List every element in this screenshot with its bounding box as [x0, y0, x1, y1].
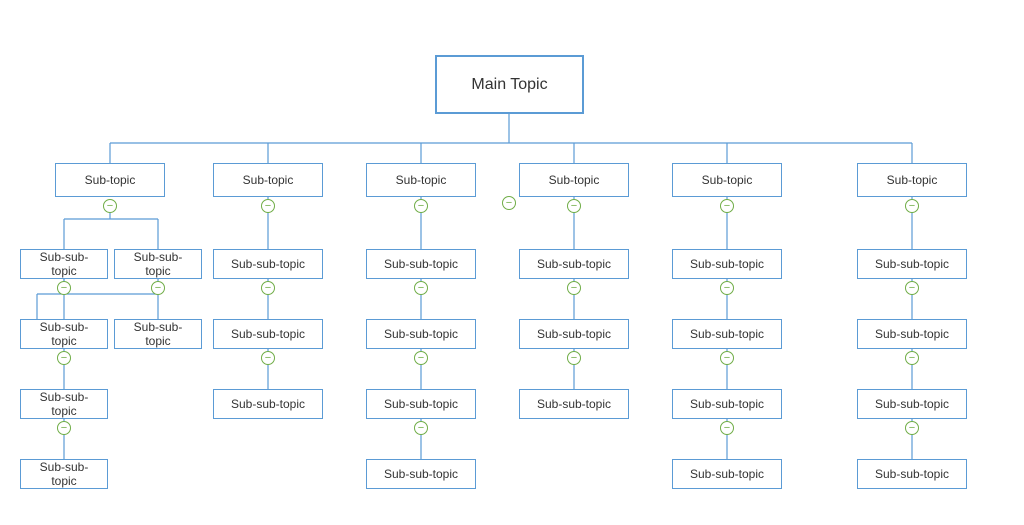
subtopic-node-6[interactable]: Sub-topic	[857, 163, 967, 197]
subsub-label-2-1: Sub-sub-topic	[384, 327, 458, 341]
subsub-4-0[interactable]: Sub-sub-topic	[672, 249, 782, 279]
subsub-4-0-collapse[interactable]	[720, 281, 734, 295]
subsub-3-2[interactable]: Sub-sub-topic	[519, 389, 629, 419]
subsub-label-4-3: Sub-sub-topic	[690, 467, 764, 481]
subtopic-node-4[interactable]: Sub-topic	[519, 163, 629, 197]
subtopic-label-3: Sub-topic	[396, 173, 447, 187]
subsub-label-2-3: Sub-sub-topic	[384, 467, 458, 481]
subsub-2-2-collapse[interactable]	[414, 421, 428, 435]
subsub-2-1-collapse[interactable]	[414, 351, 428, 365]
subsub-label-0-0: Sub-sub-topic	[27, 250, 101, 278]
subsub-2-3[interactable]: Sub-sub-topic	[366, 459, 476, 489]
main-collapse-btn[interactable]	[502, 196, 516, 210]
subsub-4-1[interactable]: Sub-sub-topic	[672, 319, 782, 349]
subsub-5-2[interactable]: Sub-sub-topic	[857, 389, 967, 419]
subsub-0-0[interactable]: Sub-sub-topic	[20, 249, 108, 279]
subtopic-label-1: Sub-topic	[85, 173, 136, 187]
subsub-label-0-3: Sub-sub-topic	[121, 320, 195, 348]
subtopic-node-5[interactable]: Sub-topic	[672, 163, 782, 197]
subtopic-4-collapse[interactable]	[567, 199, 581, 213]
subsub-label-0-2: Sub-sub-topic	[27, 320, 101, 348]
subsub-0-2-collapse[interactable]	[57, 351, 71, 365]
subsub-5-2-collapse[interactable]	[905, 421, 919, 435]
subtopic-3-collapse[interactable]	[414, 199, 428, 213]
subsub-4-3[interactable]: Sub-sub-topic	[672, 459, 782, 489]
subsub-3-0-collapse[interactable]	[567, 281, 581, 295]
main-topic-label: Main Topic	[471, 76, 547, 94]
subsub-label-4-2: Sub-sub-topic	[690, 397, 764, 411]
subtopic-6-collapse[interactable]	[905, 199, 919, 213]
subtopic-label-5: Sub-topic	[702, 173, 753, 187]
subsub-1-2[interactable]: Sub-sub-topic	[213, 389, 323, 419]
subsub-4-1-collapse[interactable]	[720, 351, 734, 365]
subtopic-label-6: Sub-topic	[887, 173, 938, 187]
subtopic-node-2[interactable]: Sub-topic	[213, 163, 323, 197]
subsub-2-0[interactable]: Sub-sub-topic	[366, 249, 476, 279]
subsub-0-4[interactable]: Sub-sub-topic	[20, 389, 108, 419]
subsub-label-3-2: Sub-sub-topic	[537, 397, 611, 411]
subsub-4-2[interactable]: Sub-sub-topic	[672, 389, 782, 419]
subsub-0-2[interactable]: Sub-sub-topic	[20, 319, 108, 349]
subsub-1-0[interactable]: Sub-sub-topic	[213, 249, 323, 279]
subsub-label-1-2: Sub-sub-topic	[231, 397, 305, 411]
subsub-4-2-collapse[interactable]	[720, 421, 734, 435]
subsub-label-1-0: Sub-sub-topic	[231, 257, 305, 271]
subsub-label-5-2: Sub-sub-topic	[875, 397, 949, 411]
subsub-label-3-0: Sub-sub-topic	[537, 257, 611, 271]
subsub-3-1-collapse[interactable]	[567, 351, 581, 365]
subsub-1-0-collapse[interactable]	[261, 281, 275, 295]
subsub-2-2[interactable]: Sub-sub-topic	[366, 389, 476, 419]
subtopic-node-1[interactable]: Sub-topic	[55, 163, 165, 197]
subsub-label-1-1: Sub-sub-topic	[231, 327, 305, 341]
subtopic-2-collapse[interactable]	[261, 199, 275, 213]
subsub-label-2-2: Sub-sub-topic	[384, 397, 458, 411]
subsub-label-2-0: Sub-sub-topic	[384, 257, 458, 271]
subsub-label-4-1: Sub-sub-topic	[690, 327, 764, 341]
subsub-label-0-4: Sub-sub-topic	[27, 390, 101, 418]
subsub-label-5-0: Sub-sub-topic	[875, 257, 949, 271]
subsub-3-0[interactable]: Sub-sub-topic	[519, 249, 629, 279]
subsub-0-1-collapse[interactable]	[151, 281, 165, 295]
subsub-5-0[interactable]: Sub-sub-topic	[857, 249, 967, 279]
subsub-5-3[interactable]: Sub-sub-topic	[857, 459, 967, 489]
subsub-0-3[interactable]: Sub-sub-topic	[114, 319, 202, 349]
subtopic-5-collapse[interactable]	[720, 199, 734, 213]
subsub-0-0-collapse[interactable]	[57, 281, 71, 295]
main-topic-node[interactable]: Main Topic	[435, 55, 584, 114]
subsub-3-1[interactable]: Sub-sub-topic	[519, 319, 629, 349]
subsub-label-0-1: Sub-sub-topic	[121, 250, 195, 278]
subtopic-label-2: Sub-topic	[243, 173, 294, 187]
subsub-2-1[interactable]: Sub-sub-topic	[366, 319, 476, 349]
subsub-label-0-5: Sub-sub-topic	[27, 460, 101, 488]
subsub-1-1[interactable]: Sub-sub-topic	[213, 319, 323, 349]
mind-map-diagram: Main Topic Sub-topic Sub-topic Sub-topic…	[0, 0, 1024, 525]
subsub-0-5[interactable]: Sub-sub-topic	[20, 459, 108, 489]
subsub-0-4-collapse[interactable]	[57, 421, 71, 435]
subsub-1-1-collapse[interactable]	[261, 351, 275, 365]
subsub-5-1[interactable]: Sub-sub-topic	[857, 319, 967, 349]
subtopic-label-4: Sub-topic	[549, 173, 600, 187]
subtopic-node-3[interactable]: Sub-topic	[366, 163, 476, 197]
subsub-label-4-0: Sub-sub-topic	[690, 257, 764, 271]
subsub-label-5-3: Sub-sub-topic	[875, 467, 949, 481]
subsub-0-1[interactable]: Sub-sub-topic	[114, 249, 202, 279]
subsub-label-3-1: Sub-sub-topic	[537, 327, 611, 341]
subsub-5-1-collapse[interactable]	[905, 351, 919, 365]
subsub-label-5-1: Sub-sub-topic	[875, 327, 949, 341]
subtopic-1-collapse[interactable]	[103, 199, 117, 213]
subsub-5-0-collapse[interactable]	[905, 281, 919, 295]
subsub-2-0-collapse[interactable]	[414, 281, 428, 295]
